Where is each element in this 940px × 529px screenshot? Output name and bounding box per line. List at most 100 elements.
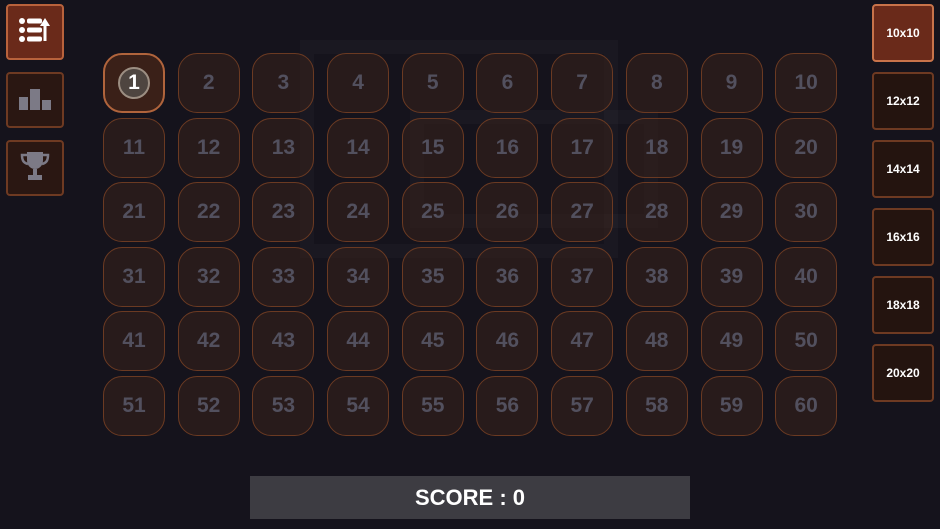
level-number: 59 — [719, 393, 744, 417]
level-cell[interactable]: 19 — [700, 117, 763, 178]
level-number: 17 — [570, 135, 594, 159]
level-number: 28 — [645, 200, 669, 223]
level-cell[interactable]: 29 — [700, 182, 763, 242]
level-number: 16 — [495, 135, 520, 159]
level-cell[interactable]: 4 — [327, 53, 390, 113]
level-cell[interactable]: 2 — [177, 53, 240, 113]
level-number: 11 — [122, 135, 146, 159]
level-cell[interactable]: 21 — [103, 182, 165, 242]
level-number: 14 — [346, 135, 370, 159]
level-number: 45 — [421, 329, 445, 352]
level-cell[interactable]: 48 — [625, 311, 688, 371]
level-cell[interactable]: 51 — [103, 375, 165, 436]
score-display: SCORE : 0 — [250, 476, 690, 519]
level-number: 33 — [271, 264, 296, 288]
board-size-14x14-button[interactable]: 14x14 — [872, 140, 934, 198]
level-cell[interactable]: 59 — [700, 375, 763, 436]
level-number: 49 — [719, 329, 744, 352]
level-cell-current[interactable]: 1 — [103, 53, 165, 113]
level-cell[interactable]: 46 — [476, 311, 539, 371]
level-cell[interactable]: 44 — [327, 311, 390, 371]
level-cell[interactable]: 15 — [401, 117, 464, 178]
board-size-20x20-button[interactable]: 20x20 — [872, 344, 934, 402]
level-number: 54 — [346, 393, 370, 417]
level-cell[interactable]: 16 — [476, 117, 539, 178]
level-cell[interactable]: 30 — [775, 182, 838, 242]
level-number: 48 — [645, 329, 669, 352]
level-cell[interactable]: 33 — [252, 246, 315, 307]
level-cell[interactable]: 47 — [551, 311, 614, 371]
level-number: 57 — [570, 393, 594, 417]
level-cell[interactable]: 28 — [625, 182, 688, 242]
level-cell[interactable]: 31 — [103, 246, 165, 307]
level-number: 60 — [794, 393, 818, 417]
level-cell[interactable]: 25 — [401, 182, 464, 242]
level-cell[interactable]: 13 — [252, 117, 315, 178]
board-size-18x18-button[interactable]: 18x18 — [872, 276, 934, 334]
level-cell[interactable]: 23 — [252, 182, 315, 242]
level-cell[interactable]: 8 — [625, 53, 688, 113]
level-number: 26 — [495, 200, 520, 223]
level-cell[interactable]: 32 — [177, 246, 240, 307]
level-number: 35 — [421, 264, 445, 288]
level-number: 7 — [576, 71, 588, 94]
level-cell[interactable]: 36 — [476, 246, 539, 307]
level-cell[interactable]: 50 — [775, 311, 838, 371]
level-cell[interactable]: 55 — [401, 375, 464, 436]
board-size-16x16-button[interactable]: 16x16 — [872, 208, 934, 266]
level-number: 10 — [794, 71, 818, 94]
level-cell[interactable]: 12 — [177, 117, 240, 178]
level-cell[interactable]: 11 — [103, 117, 165, 178]
level-cell[interactable]: 27 — [551, 182, 614, 242]
level-cell[interactable]: 6 — [476, 53, 539, 113]
level-cell[interactable]: 60 — [775, 375, 838, 436]
trophy-button[interactable] — [6, 140, 64, 196]
level-cell[interactable]: 38 — [625, 246, 688, 307]
level-cell[interactable]: 9 — [700, 53, 763, 113]
level-cell[interactable]: 7 — [551, 53, 614, 113]
level-cell[interactable]: 37 — [551, 246, 614, 307]
level-cell[interactable]: 14 — [327, 117, 390, 178]
level-cell[interactable]: 18 — [625, 117, 688, 178]
board-size-12x12-button[interactable]: 12x12 — [872, 72, 934, 130]
level-cell[interactable]: 5 — [401, 53, 464, 113]
level-number: 39 — [719, 264, 744, 288]
level-number: 30 — [794, 200, 818, 223]
level-number: 52 — [197, 393, 221, 417]
level-cell[interactable]: 40 — [775, 246, 838, 307]
level-number: 13 — [271, 135, 296, 159]
level-cell[interactable]: 43 — [252, 311, 315, 371]
level-cell[interactable]: 20 — [775, 117, 838, 178]
level-cell[interactable]: 56 — [476, 375, 539, 436]
level-number: 23 — [271, 200, 296, 223]
level-cell[interactable]: 54 — [327, 375, 390, 436]
level-number: 1 — [118, 67, 150, 99]
level-cell[interactable]: 52 — [177, 375, 240, 436]
menu-back-button[interactable] — [6, 4, 64, 60]
level-cell[interactable]: 17 — [551, 117, 614, 178]
level-cell[interactable]: 10 — [775, 53, 838, 113]
level-cell[interactable]: 24 — [327, 182, 390, 242]
level-number: 47 — [570, 329, 594, 352]
level-cell[interactable]: 42 — [177, 311, 240, 371]
level-grid: 1 2 3 4 5 6 7 8 9 10 11 12 13 14 15 16 17 18 19 20 21 22 23 24 2… — [103, 53, 838, 436]
level-number: 27 — [570, 200, 594, 223]
board-size-10x10-button[interactable]: 10x10 — [872, 4, 934, 62]
level-cell[interactable]: 34 — [327, 246, 390, 307]
level-cell[interactable]: 57 — [551, 375, 614, 436]
level-cell[interactable]: 22 — [177, 182, 240, 242]
level-number: 42 — [197, 329, 221, 352]
level-cell[interactable]: 39 — [700, 246, 763, 307]
level-cell[interactable]: 49 — [700, 311, 763, 371]
level-cell[interactable]: 35 — [401, 246, 464, 307]
level-cell[interactable]: 45 — [401, 311, 464, 371]
level-cell[interactable]: 58 — [625, 375, 688, 436]
level-number: 36 — [495, 264, 520, 288]
level-number: 32 — [197, 264, 221, 288]
level-cell[interactable]: 53 — [252, 375, 315, 436]
level-cell[interactable]: 26 — [476, 182, 539, 242]
level-number: 53 — [271, 393, 296, 417]
leaderboard-button[interactable] — [6, 72, 64, 128]
level-cell[interactable]: 41 — [103, 311, 165, 371]
level-cell[interactable]: 3 — [252, 53, 315, 113]
